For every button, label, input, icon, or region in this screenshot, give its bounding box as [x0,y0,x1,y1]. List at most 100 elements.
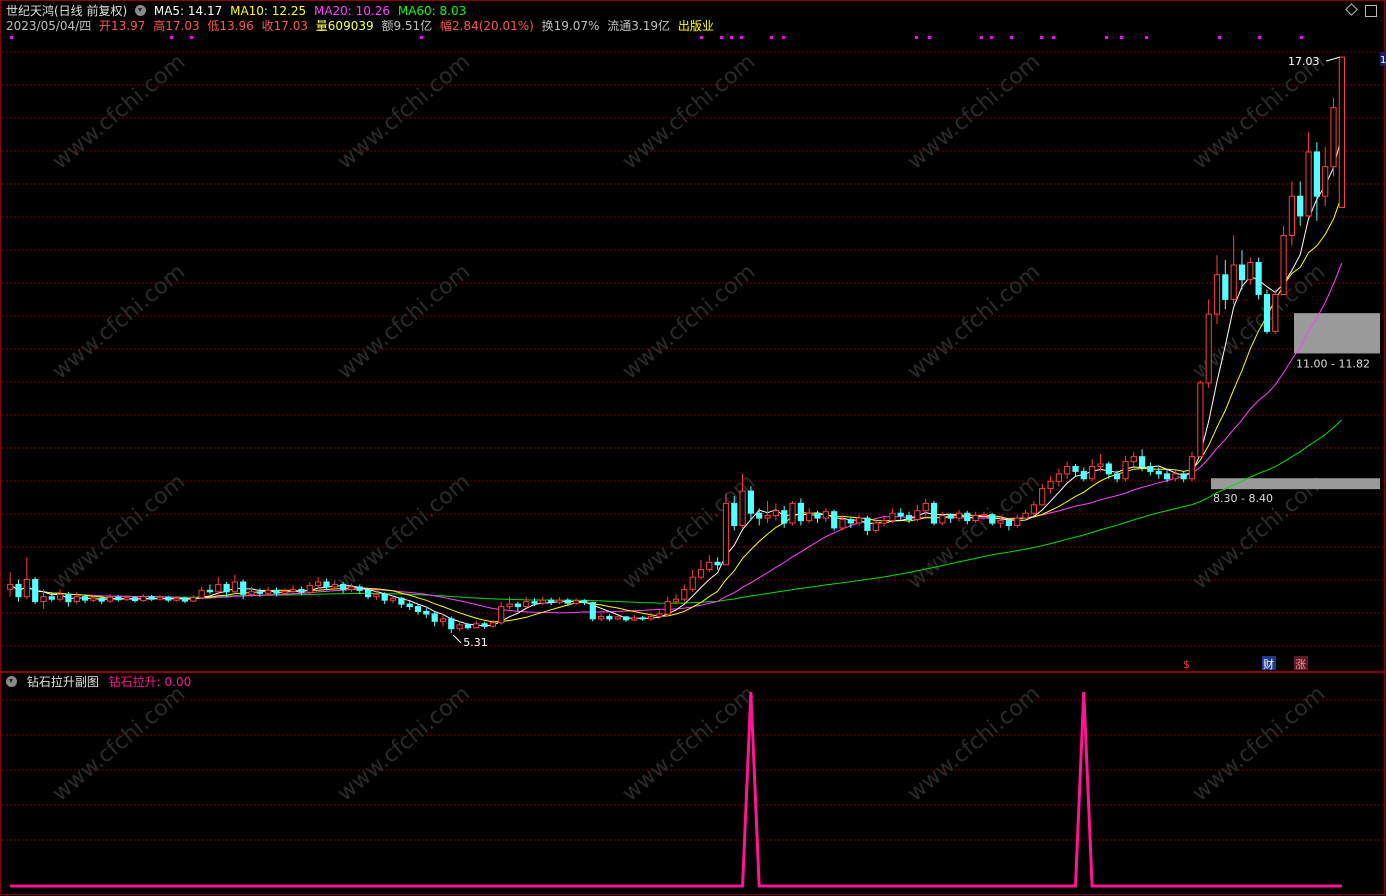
signal-dot [420,36,423,39]
info-open: 开13.97 [99,19,146,33]
candle-down [398,597,405,605]
low-price-label: 5.31 [463,636,488,649]
sub-dropdown-circle-icon[interactable] [6,676,17,687]
candle-up [1064,466,1071,475]
candle-down [964,512,971,522]
candle-down [406,603,413,608]
signal-dot [1145,36,1148,39]
candle-up [598,615,605,620]
window-square-icon[interactable] [1365,5,1377,17]
chart-header-line1: 世纪天鸿(日线 前复权) MA5: 14.17 MA10: 12.25 MA20… [6,3,470,19]
watermark-text: www.cfchi.com [333,49,475,174]
candle-down [756,512,763,519]
candle-down [1263,294,1271,332]
candle-down [323,581,330,588]
candle-up [772,510,779,517]
candle-up [1089,466,1096,480]
cai-marker: 财 [1263,657,1274,671]
candle-up [331,583,338,588]
candle-up [648,615,655,620]
candle-down [1255,262,1262,295]
dollar-marker: $ [1183,658,1190,671]
watermark-text: www.cfchi.com [903,681,1045,806]
candle-up [73,596,80,603]
candle-up [922,502,929,512]
candlestick-chart[interactable]: www.cfchi.com www.cfchi.com www.cfchi.com w… [0,0,1386,672]
info-amount: 额9.51亿 [381,19,433,33]
watermark-text: www.cfchi.com [903,49,1045,174]
candle-up [614,616,621,620]
candle-up [1039,488,1046,506]
candle-down [1155,470,1162,475]
candle-down [864,517,871,531]
candle-down [1072,466,1079,472]
candle-down [448,618,455,630]
candle-up [739,490,746,527]
candle-down [623,616,630,621]
watermark-text: www.cfchi.com [618,259,760,384]
dropdown-circle-icon[interactable] [135,5,147,16]
candle-up [689,576,696,590]
candle-down [639,617,646,620]
candle-up [281,590,288,594]
candle-down [131,597,139,602]
candle-up [173,597,180,601]
ma60-line [9,419,1343,604]
candle-down [165,596,172,601]
candle-down [240,581,247,595]
candle-up [706,561,713,571]
candle-up [373,593,380,598]
candle-up [997,520,1004,524]
candle-up [881,520,888,524]
candle-down [1238,264,1246,281]
candle-down [1313,151,1321,197]
candle-up [90,597,97,601]
watermark-text: www.cfchi.com [903,469,1045,594]
candle-up [456,624,463,630]
candle-up [198,589,205,599]
candle-down [431,613,438,622]
signal-dot [990,36,993,39]
candle-down [481,623,488,627]
candle-down [1139,456,1146,468]
candle-down [464,624,471,629]
candle-up [839,519,846,529]
candle-up [315,581,322,586]
info-turnover: 换19.07% [541,19,600,33]
candle-down [381,593,388,601]
candle-down [548,599,555,603]
candle-up [265,589,272,594]
candle-down [206,589,214,593]
candle-up [939,515,946,524]
candle-up [697,569,705,578]
candle-up [1197,382,1204,458]
candle-up [23,579,30,598]
candle-up [955,512,963,519]
diamond-indicator-chart[interactable]: www.cfchi.com www.cfchi.com www.cfchi.com w… [0,672,1386,896]
signal-dot [915,36,918,39]
candle-down [1147,466,1154,472]
candle-up [1213,274,1221,315]
candle-up [290,588,297,592]
candle-down [32,579,39,603]
candle-down [1222,274,1229,300]
main-chart-panel[interactable]: www.cfchi.com www.cfchi.com www.cfchi.com w… [0,0,1386,672]
signal-dot [190,36,193,39]
sub-chart-panel[interactable]: www.cfchi.com www.cfchi.com www.cfchi.com w… [0,672,1386,896]
price-zone-upper [1294,313,1380,354]
sub-indicator-value: 钻石拉升: 0.00 [108,675,192,689]
signal-dot [928,36,931,39]
signal-dot [700,36,703,39]
candle-up [473,623,480,629]
candle-up [556,599,563,603]
signal-dot [782,36,785,39]
candle-up [872,522,879,531]
candle-up [889,512,896,522]
candle-up [672,598,680,603]
watermark-text: www.cfchi.com [48,49,190,174]
candle-up [1338,56,1346,208]
watermark-text: www.cfchi.com [48,469,190,594]
info-high: 高17.03 [153,19,200,33]
candle-down [365,589,372,598]
candle-down [731,502,738,526]
